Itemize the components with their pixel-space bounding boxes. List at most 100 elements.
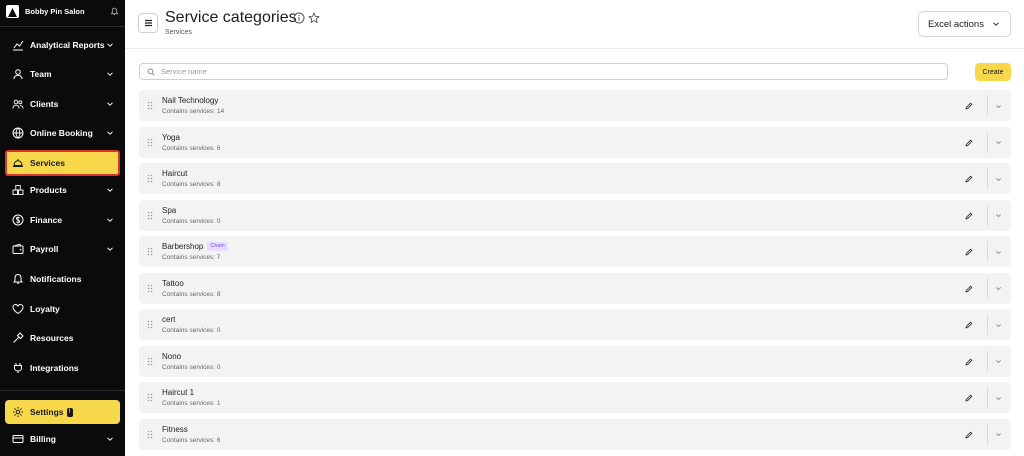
excel-actions-button[interactable]: Excel actions bbox=[918, 11, 1011, 37]
sidebar-item-payroll[interactable]: Payroll bbox=[5, 237, 120, 261]
sidebar-item-label: Loyalty bbox=[30, 304, 60, 314]
hamburger-icon bbox=[144, 19, 152, 27]
menu-toggle-button[interactable] bbox=[138, 13, 158, 33]
search-input[interactable] bbox=[161, 67, 921, 76]
sidebar-item-analytical-reports[interactable]: Analytical Reports bbox=[5, 33, 120, 57]
sidebar-item-finance[interactable]: Finance bbox=[5, 208, 120, 232]
chevron-down-icon bbox=[995, 214, 1001, 218]
expand-category-button[interactable] bbox=[992, 173, 1004, 185]
pencil-icon bbox=[965, 358, 973, 365]
excel-actions-label: Excel actions bbox=[928, 18, 984, 30]
expand-category-button[interactable] bbox=[992, 100, 1004, 112]
category-row[interactable]: cert Contains services: 0 bbox=[139, 309, 1011, 340]
category-service-count: Contains services: 8 bbox=[162, 181, 221, 188]
drag-handle-icon[interactable] bbox=[147, 357, 153, 366]
edit-category-button[interactable] bbox=[962, 282, 976, 296]
chevron-down-icon bbox=[107, 188, 113, 192]
breadcrumb[interactable]: Services bbox=[165, 29, 192, 36]
chevron-down-icon bbox=[107, 72, 113, 76]
sidebar-item-label: Clients bbox=[30, 99, 59, 109]
divider bbox=[987, 277, 988, 299]
bell-icon[interactable] bbox=[110, 7, 119, 16]
drag-handle-icon[interactable] bbox=[147, 320, 153, 329]
chevron-down-icon bbox=[995, 396, 1001, 400]
category-name: Spa bbox=[162, 205, 177, 215]
sidebar-item-notifications[interactable]: Notifications bbox=[5, 267, 120, 291]
edit-category-button[interactable] bbox=[962, 99, 976, 113]
expand-category-button[interactable] bbox=[992, 429, 1004, 441]
sidebar-item-integrations[interactable]: Integrations bbox=[5, 356, 120, 380]
drag-handle-icon[interactable] bbox=[147, 430, 153, 439]
chevron-down-icon bbox=[995, 104, 1001, 108]
sidebar: Bobby Pin Salon Analytical Reports Team Cl… bbox=[0, 0, 125, 456]
category-row[interactable]: Yoga Contains services: 6 bbox=[139, 126, 1011, 158]
expand-category-button[interactable] bbox=[992, 319, 1004, 331]
edit-category-button[interactable] bbox=[962, 355, 976, 369]
edit-category-button[interactable] bbox=[962, 245, 976, 259]
category-row[interactable]: Nono Contains services: 0 bbox=[139, 345, 1011, 377]
expand-category-button[interactable] bbox=[992, 246, 1004, 258]
sidebar-item-services[interactable]: Services bbox=[5, 150, 120, 176]
drag-handle-icon[interactable] bbox=[147, 211, 153, 220]
chain-badge: Chain bbox=[207, 242, 228, 251]
category-service-count: Contains services: 14 bbox=[162, 108, 225, 115]
sidebar-item-resources[interactable]: Resources bbox=[5, 326, 120, 350]
chevron-down-icon bbox=[995, 250, 1001, 254]
edit-category-button[interactable] bbox=[962, 428, 976, 442]
drag-handle-icon[interactable] bbox=[147, 393, 153, 402]
category-service-count: Contains services: 0 bbox=[162, 327, 221, 334]
globe-icon bbox=[12, 127, 24, 139]
sidebar-item-products[interactable]: Products bbox=[5, 178, 120, 202]
sidebar-item-settings[interactable]: Settings! bbox=[5, 400, 120, 424]
pencil-icon bbox=[965, 248, 973, 256]
drag-handle-icon[interactable] bbox=[147, 284, 153, 293]
drag-handle-icon[interactable] bbox=[147, 138, 153, 147]
divider bbox=[987, 131, 988, 153]
category-row[interactable]: Tattoo Contains services: 8 bbox=[139, 272, 1011, 304]
bell-icon bbox=[12, 273, 24, 285]
expand-category-button[interactable] bbox=[992, 210, 1004, 222]
category-row[interactable]: Spa Contains services: 0 bbox=[139, 199, 1011, 231]
loyalty-icon bbox=[12, 303, 24, 315]
category-row[interactable]: Fitness Contains services: 6 bbox=[139, 418, 1011, 450]
category-row[interactable]: Nail Technology Contains services: 14 bbox=[139, 90, 1011, 121]
pencil-icon bbox=[965, 175, 973, 183]
category-service-count: Contains services: 7 bbox=[162, 254, 221, 261]
star-icon[interactable] bbox=[308, 12, 320, 24]
drag-handle-icon[interactable] bbox=[147, 247, 153, 256]
edit-category-button[interactable] bbox=[962, 391, 976, 405]
pencil-icon bbox=[965, 431, 973, 438]
sidebar-item-label: Finance bbox=[30, 215, 63, 225]
edit-category-button[interactable] bbox=[962, 172, 976, 186]
edit-category-button[interactable] bbox=[962, 136, 976, 150]
brand[interactable]: Bobby Pin Salon bbox=[6, 4, 119, 19]
chevron-down-icon bbox=[995, 433, 1001, 437]
create-button[interactable]: Create bbox=[975, 63, 1011, 81]
sidebar-item-billing[interactable]: Billing bbox=[5, 427, 120, 451]
category-row[interactable]: Haircut Contains services: 8 bbox=[139, 163, 1011, 194]
sidebar-item-label: Payroll bbox=[30, 244, 59, 254]
sidebar-item-label: Analytical Reports bbox=[30, 40, 105, 50]
sidebar-item-loyalty[interactable]: Loyalty bbox=[5, 297, 120, 321]
expand-category-button[interactable] bbox=[992, 392, 1004, 404]
pencil-icon bbox=[965, 212, 973, 219]
category-row[interactable]: Haircut 1 Contains services: 1 bbox=[139, 382, 1011, 413]
sidebar-item-label: Services bbox=[30, 158, 65, 168]
expand-category-button[interactable] bbox=[992, 356, 1004, 368]
chevron-down-icon bbox=[107, 131, 113, 135]
category-row[interactable]: Barbershop Chain Contains services: 7 bbox=[139, 236, 1011, 267]
sidebar-item-team[interactable]: Team bbox=[5, 62, 120, 86]
edit-category-button[interactable] bbox=[962, 209, 976, 223]
search-field[interactable] bbox=[139, 63, 948, 80]
edit-category-button[interactable] bbox=[962, 318, 976, 332]
info-icon[interactable] bbox=[293, 12, 305, 24]
users-icon bbox=[12, 98, 24, 110]
expand-category-button[interactable] bbox=[992, 137, 1004, 149]
sidebar-item-clients[interactable]: Clients bbox=[5, 92, 120, 116]
expand-category-button[interactable] bbox=[992, 283, 1004, 295]
drag-handle-icon[interactable] bbox=[147, 174, 153, 183]
page-title: Service categories bbox=[165, 9, 297, 26]
drag-handle-icon[interactable] bbox=[147, 101, 153, 110]
pencil-icon bbox=[965, 139, 973, 146]
sidebar-item-online-booking[interactable]: Online Booking bbox=[5, 121, 120, 145]
